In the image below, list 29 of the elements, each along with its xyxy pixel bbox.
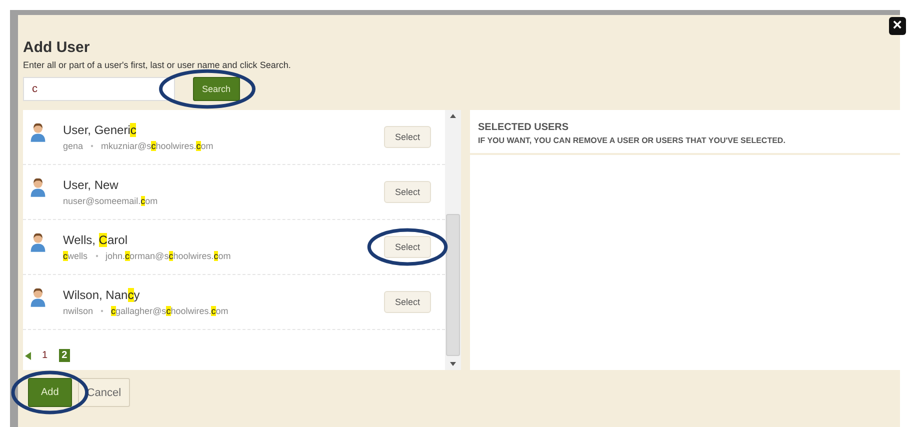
user-avatar-icon (29, 121, 47, 143)
user-avatar-icon (29, 231, 47, 253)
select-button[interactable]: Select (384, 126, 431, 148)
user-avatar-icon (29, 176, 47, 198)
select-button[interactable]: Select (384, 181, 431, 203)
page-link[interactable]: 2 (58, 349, 70, 362)
select-button[interactable]: Select (384, 236, 431, 258)
panel-subtitle: IF YOU WANT, YOU CAN REMOVE A USER OR USERS THAT YOU'VE SELECTED. (478, 136, 786, 145)
panel-title: SELECTED USERS (478, 122, 570, 133)
user-email: nuser@someemail.com (63, 196, 158, 206)
user-avatar-icon (29, 286, 47, 308)
close-button[interactable]: × (888, 17, 906, 35)
user-name: Wells, Carol (63, 233, 128, 247)
add-button[interactable]: Add (28, 378, 72, 407)
user-email: mkuzniar@schoolwires.com (101, 141, 214, 151)
username: nwilson (63, 306, 94, 316)
page-link[interactable]: 1 (39, 349, 51, 362)
select-button[interactable]: Select (384, 291, 431, 313)
scroll-up-icon[interactable] (450, 114, 456, 118)
search-field[interactable]: c (23, 77, 175, 101)
dialog-title: Add User (23, 39, 91, 56)
scroll-down-icon[interactable] (450, 362, 456, 366)
user-name: User, New (63, 178, 120, 192)
username: gena (63, 141, 84, 151)
previous-page-icon[interactable] (25, 352, 31, 360)
scrollbar[interactable] (445, 110, 461, 370)
user-name: User, Generic (63, 123, 138, 137)
search-button[interactable]: Search (193, 77, 240, 101)
instructions: Enter all or part of a user's first, last or user name and click Search. (23, 60, 292, 70)
